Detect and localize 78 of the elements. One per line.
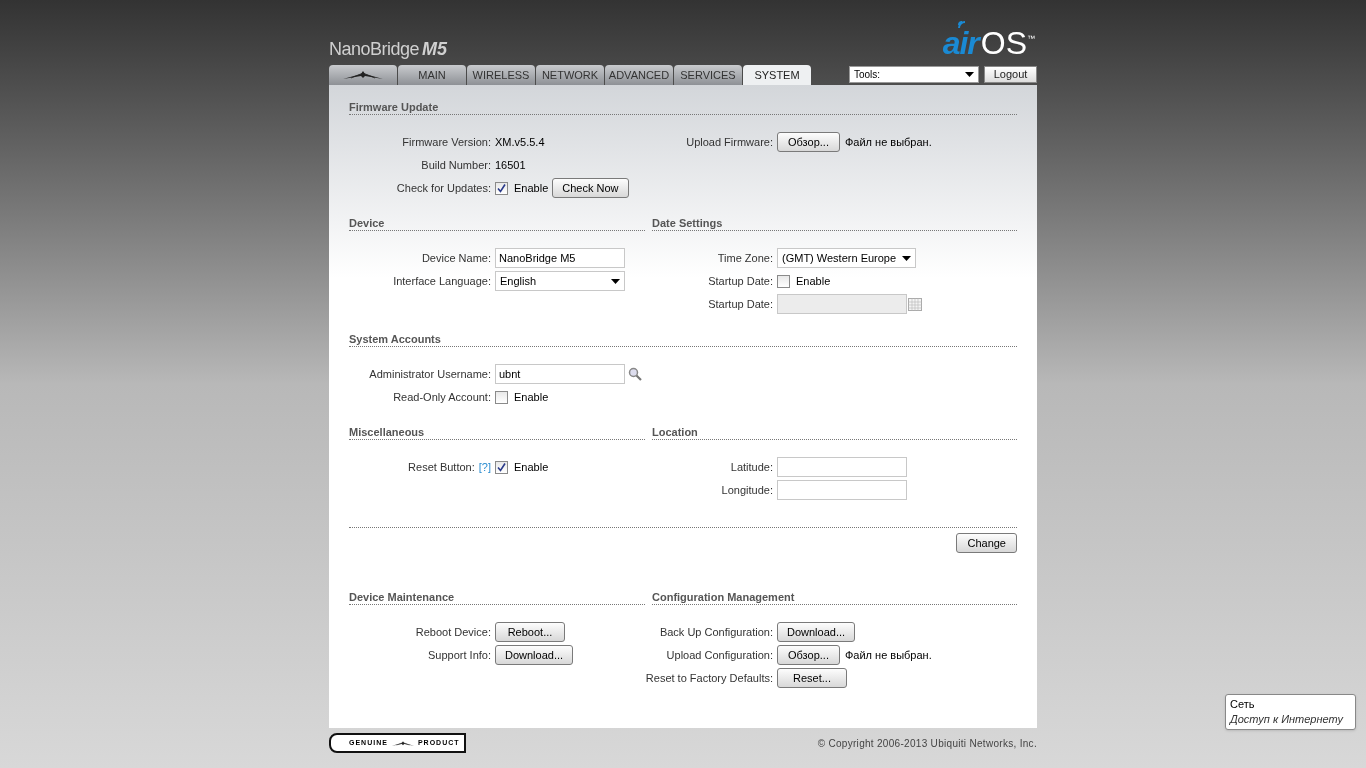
help-link[interactable]: [?]: [478, 458, 491, 476]
field-label: Latitude:: [730, 459, 773, 475]
search-icon[interactable]: [628, 367, 642, 381]
field-label: Interface Language:: [393, 273, 491, 289]
input-field[interactable]: [777, 480, 907, 500]
browse-button[interactable]: Обзор...: [777, 645, 840, 665]
field-label: Reboot Device:: [415, 624, 491, 640]
nav-tab[interactable]: SERVICES: [674, 65, 742, 85]
section-heading: Firmware Update: [349, 101, 439, 113]
tooltip-status: Доступ к Интернету: [1230, 712, 1345, 727]
field-label: Firmware Version:: [402, 134, 491, 150]
section-heading: Device: [349, 217, 385, 229]
checkmark-icon: [497, 183, 506, 193]
caret-icon: [611, 278, 620, 284]
field-label: Upload Firmware:: [686, 134, 773, 150]
calendar-icon[interactable]: [908, 297, 922, 311]
field-label: Check for Updates:: [396, 180, 491, 196]
airos-logo: airOS™: [942, 18, 1037, 60]
nav-tab[interactable]: NETWORK: [536, 65, 604, 85]
caret-icon: [902, 255, 912, 261]
action-button[interactable]: Download...: [495, 645, 574, 665]
section-heading: Location: [652, 426, 698, 438]
field-label: Startup Date:: [708, 273, 773, 289]
input-field[interactable]: ubnt: [495, 364, 625, 384]
dropdown[interactable]: (GMT) Western Europe: [777, 248, 917, 268]
action-button[interactable]: Download...: [777, 622, 856, 642]
field-label: Device Name:: [421, 250, 491, 266]
enable-label: Enable: [514, 180, 549, 196]
field-label: Upload Configuration:: [666, 647, 773, 663]
logo-tab[interactable]: [329, 65, 397, 85]
product-name: NanoBridge: [329, 40, 420, 58]
check-now-button[interactable]: Check Now: [552, 178, 629, 198]
section-heading: Miscellaneous: [349, 426, 425, 438]
logout-button[interactable]: Logout: [984, 66, 1037, 83]
caret-icon: [965, 72, 974, 77]
field-value: XM.v5.5.4: [495, 134, 545, 150]
enable-label: Enable: [514, 389, 549, 405]
field-label: Reset Button:: [408, 459, 475, 475]
date-field[interactable]: [777, 294, 907, 314]
antenna-logo-icon: [343, 70, 383, 80]
section-heading: Date Settings: [652, 217, 723, 229]
section-heading: System Accounts: [349, 333, 441, 345]
checkmark-icon: [497, 462, 506, 472]
tooltip-title: Сеть: [1230, 697, 1256, 712]
model-name: M5: [422, 40, 448, 58]
field-label: Read-Only Account:: [393, 389, 491, 405]
change-button[interactable]: Change: [956, 533, 1017, 553]
enable-label: Enable: [514, 459, 549, 475]
dropdown[interactable]: English: [495, 271, 625, 291]
nav-tab[interactable]: ADVANCED: [605, 65, 673, 85]
tools-dropdown[interactable]: Tools:: [849, 66, 979, 83]
file-status: Файл не выбран.: [844, 647, 932, 663]
field-label: Build Number:: [421, 157, 491, 173]
section-heading: Configuration Management: [652, 591, 795, 603]
checkbox[interactable]: [495, 181, 508, 195]
checkbox[interactable]: [495, 390, 508, 404]
field-label: Administrator Username:: [369, 366, 491, 382]
input-field[interactable]: [777, 457, 907, 477]
checkbox[interactable]: [777, 274, 790, 288]
field-value: 16501: [495, 157, 526, 173]
nav-tab[interactable]: WIRELESS: [467, 65, 535, 85]
field-label: Startup Date:: [708, 296, 773, 312]
nav-tab[interactable]: MAIN: [398, 65, 466, 85]
section-heading: Device Maintenance: [349, 591, 455, 603]
field-label: Back Up Configuration:: [659, 624, 773, 640]
input-field[interactable]: NanoBridge M5: [495, 248, 625, 268]
field-label: Longitude:: [721, 482, 773, 498]
browse-button[interactable]: Обзор...: [777, 132, 840, 152]
file-status: Файл не выбран.: [844, 134, 932, 150]
field-label: Reset to Factory Defaults:: [645, 670, 773, 686]
enable-label: Enable: [796, 273, 831, 289]
action-button[interactable]: Reset...: [777, 668, 847, 688]
field-label: Time Zone:: [717, 250, 773, 266]
checkbox[interactable]: [495, 460, 508, 474]
action-button[interactable]: Reboot...: [495, 622, 565, 642]
field-label: Support Info:: [428, 647, 491, 663]
nav-tab[interactable]: SYSTEM: [743, 65, 811, 85]
copyright-text: © Copyright 2006-2013 Ubiquiti Networks, Inc.: [817, 736, 1037, 751]
